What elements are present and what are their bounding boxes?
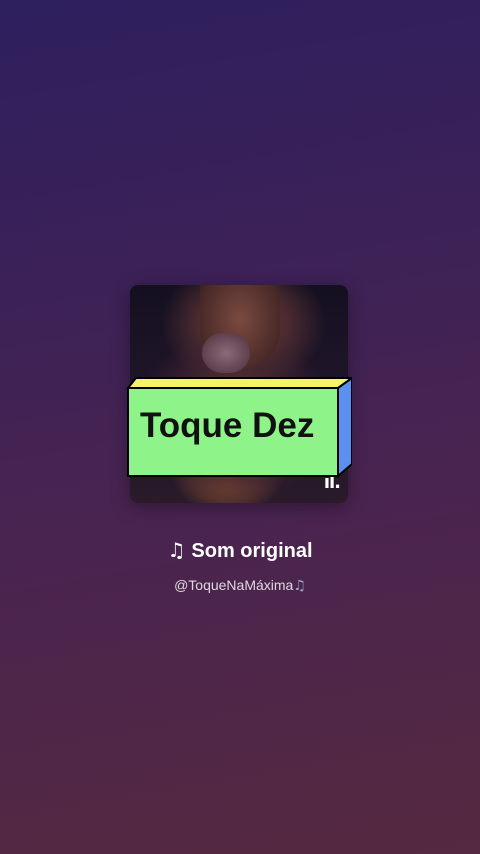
badge-text: Toque Dez	[140, 406, 315, 445]
cover-photo-hand	[202, 333, 250, 373]
music-note-icon: ♫	[293, 578, 306, 594]
author-handle: @ToqueNaMáxima	[174, 577, 294, 593]
toque-dez-badge: Toque Dez	[126, 376, 352, 478]
sound-author[interactable]: @ToqueNaMáxima♫	[0, 577, 480, 594]
music-note-icon: ♫	[167, 538, 186, 562]
sound-title-label: Som original	[191, 540, 313, 562]
sound-title[interactable]: ♫ Som original	[0, 538, 480, 563]
